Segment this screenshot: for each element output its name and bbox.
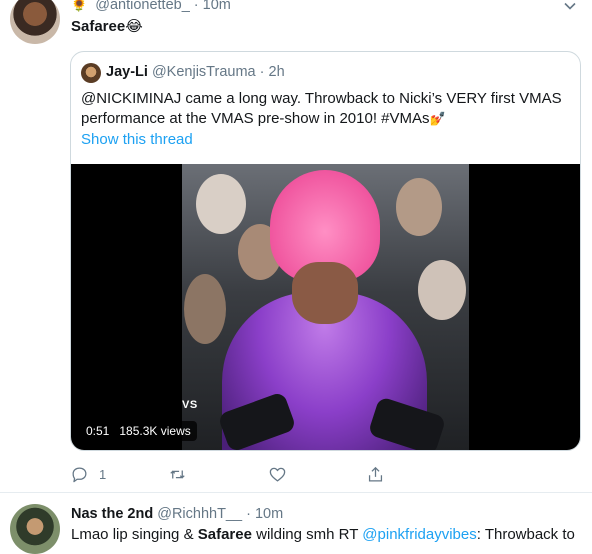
video-views: 185.3K views	[119, 424, 191, 438]
avatar[interactable]	[10, 504, 60, 554]
timestamp[interactable]: 2h	[269, 64, 285, 80]
tweet-header: 🌻 @antionetteb_ · 10m	[71, 0, 231, 13]
nail-polish-emoji: 💅	[429, 111, 446, 126]
video-player[interactable]: VS 0:51 185.3K views	[71, 164, 580, 450]
quoted-tweet-body: @NICKIMINAJ came a long way. Throwback t…	[81, 90, 562, 127]
quoted-tweet[interactable]: Jay-Li @KenjisTrauma · 2h @NICKIMINAJ ca…	[70, 51, 581, 451]
separator: ·	[246, 506, 251, 522]
flower-emoji: 🌻	[71, 0, 88, 12]
show-thread-link[interactable]: Show this thread	[81, 131, 193, 148]
timestamp[interactable]: 10m	[203, 0, 231, 13]
retweet-icon	[170, 469, 185, 479]
tweet[interactable]: 🌻 @antionetteb_ · 10m Safaree😂 Jay-Li @K…	[0, 0, 592, 493]
tweet-text-part: : Throwback to	[476, 526, 575, 543]
tweet-text: Safaree😂	[71, 18, 143, 35]
tweet-text-part: Lmao lip singing &	[71, 526, 198, 543]
retweet-button[interactable]	[168, 462, 197, 486]
separator: ·	[193, 0, 199, 13]
tweet-header: Nas the 2nd @RichhhT__ · 10m	[71, 506, 283, 522]
user-handle[interactable]: @RichhhT__	[157, 506, 242, 522]
timestamp[interactable]: 10m	[255, 506, 283, 522]
like-button[interactable]	[268, 462, 297, 486]
share-icon	[368, 466, 383, 481]
video-watermark: VS	[182, 399, 198, 411]
mention-link[interactable]: @pinkfridayvibes	[362, 526, 476, 543]
share-button[interactable]	[366, 462, 385, 486]
user-name[interactable]: Nas the 2nd	[71, 506, 153, 522]
tweet[interactable]: Nas the 2nd @RichhhT__ · 10m Lmao lip si…	[0, 493, 592, 554]
tweet-actions: 1	[70, 462, 400, 486]
quoted-tweet-header: Jay-Li @KenjisTrauma · 2h	[106, 64, 285, 80]
reply-button[interactable]: 1	[70, 462, 106, 486]
video-duration: 0:51	[86, 424, 110, 438]
tweet-text-part: wilding smh RT	[251, 526, 363, 543]
tweet-text: Lmao lip singing & Safaree wilding smh R…	[71, 526, 575, 543]
reply-count: 1	[99, 466, 107, 482]
user-handle[interactable]: @KenjisTrauma	[152, 64, 256, 80]
heart-icon	[269, 467, 286, 481]
reply-icon	[72, 467, 87, 482]
avatar[interactable]	[10, 0, 60, 44]
video-badge: 0:51 185.3K views	[80, 421, 197, 441]
tweet-text-bold: Safaree	[197, 526, 252, 543]
separator: ·	[259, 64, 265, 80]
user-name[interactable]: Jay-Li	[106, 64, 148, 80]
chevron-down-icon[interactable]	[562, 0, 578, 14]
avatar[interactable]	[81, 63, 101, 83]
quoted-tweet-text: @NICKIMINAJ came a long way. Throwback t…	[81, 89, 566, 129]
video-thumbnail	[182, 164, 469, 450]
user-handle[interactable]: @antionetteb_	[95, 0, 190, 13]
